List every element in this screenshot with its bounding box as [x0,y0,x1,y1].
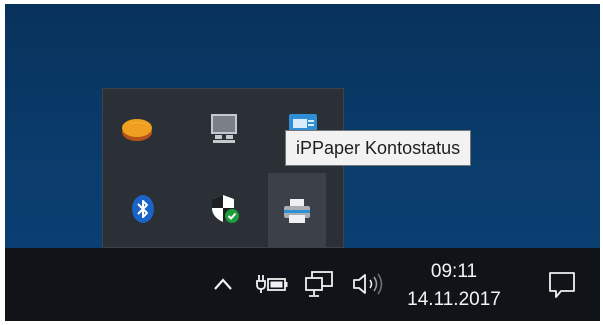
action-center-icon[interactable] [545,268,579,302]
volume-icon[interactable] [351,270,387,298]
notification-area-overflow-popup [102,88,344,249]
printer-icon [282,197,312,225]
taskbar-clock[interactable]: 09:11 14.11.2017 [398,258,510,314]
network-adapter-icon[interactable] [204,109,244,149]
printer-tray-item[interactable] [268,173,326,249]
taskbar: 09:11 14.11.2017 [5,248,600,321]
bluetooth-icon[interactable] [123,189,163,229]
app-disc-icon[interactable] [117,109,157,149]
tray-icon-tooltip: iPPaper Kontostatus [285,130,472,166]
network-wired-icon[interactable] [303,270,337,298]
clock-date: 14.11.2017 [407,289,501,310]
clock-time: 09:11 [430,261,478,282]
desktop-background: iPPaper Kontostatus 09:11 14.11.2017 [5,4,600,321]
windows-defender-shield-icon[interactable] [205,189,245,229]
battery-charging-icon[interactable] [255,270,289,298]
tooltip-text: iPPaper Kontostatus [296,138,461,158]
show-hidden-icons-chevron-icon[interactable] [209,270,237,298]
